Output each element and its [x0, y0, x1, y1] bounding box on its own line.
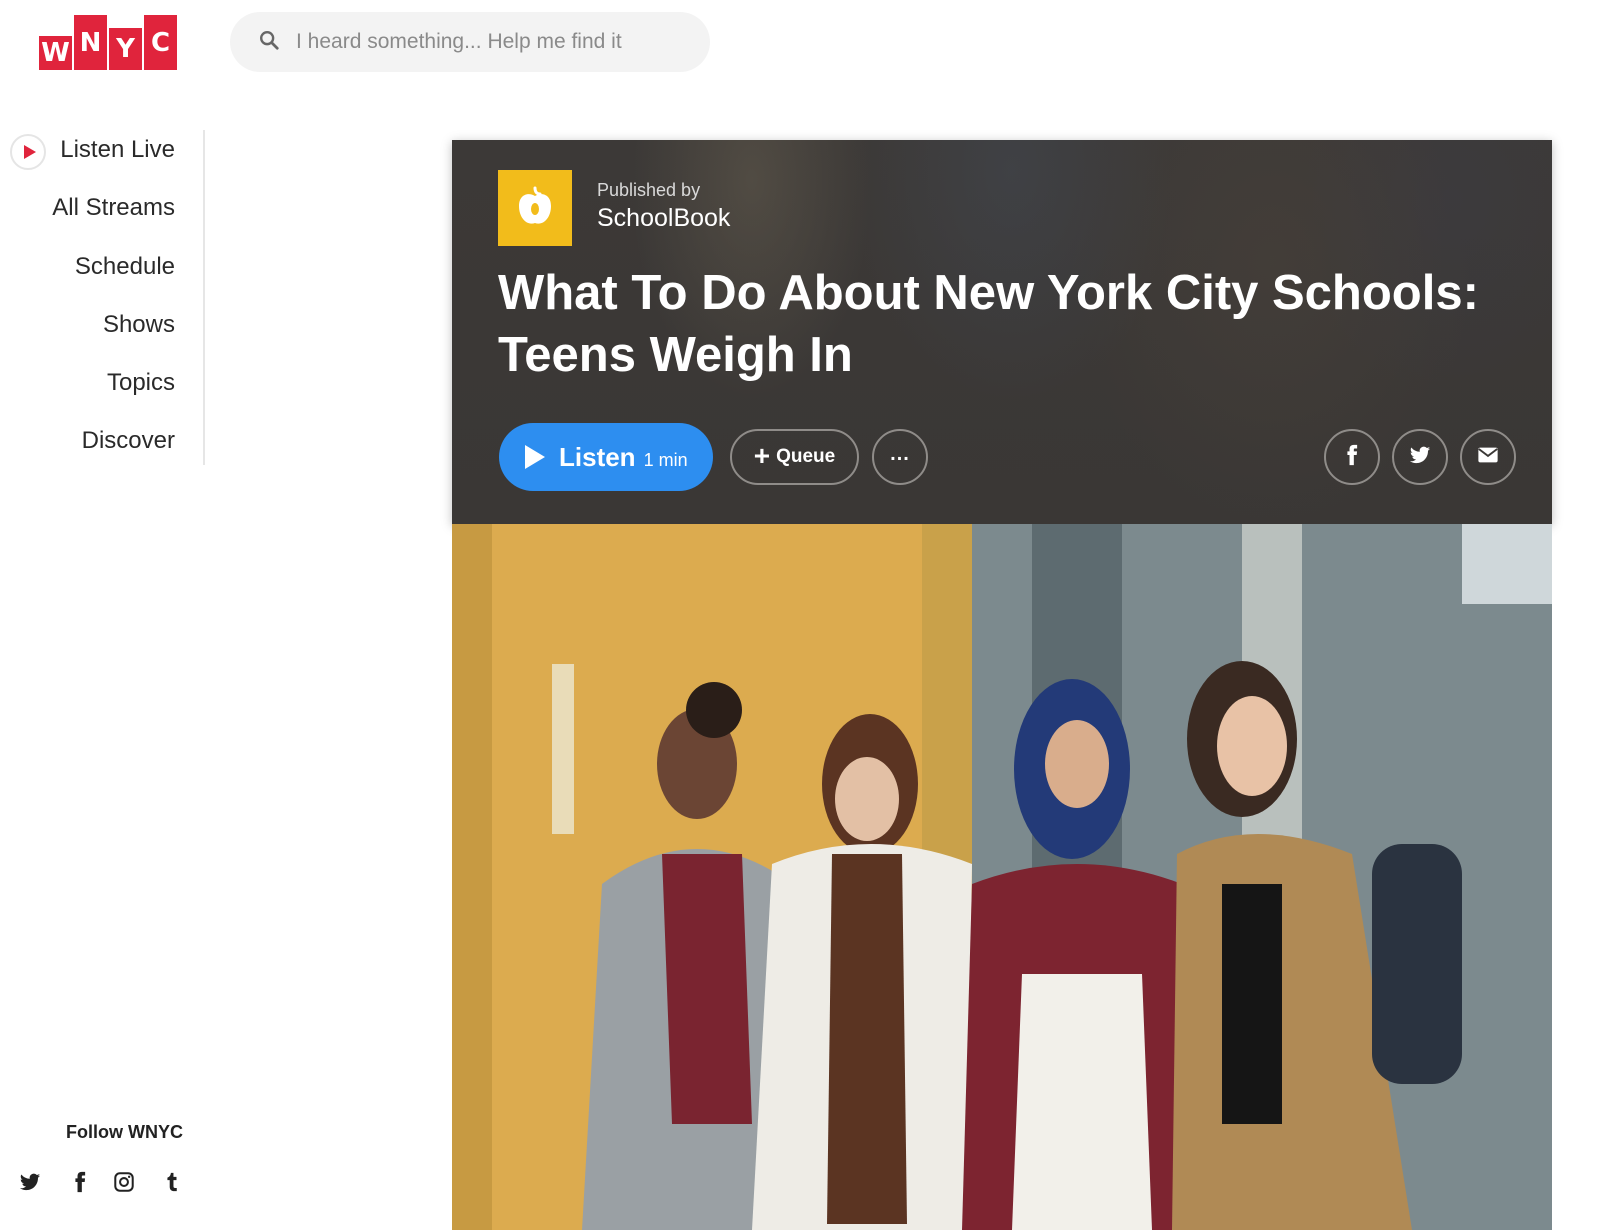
- article-title: What To Do About New York City Schools: …: [498, 266, 1479, 382]
- tumblr-icon[interactable]: [160, 1170, 184, 1194]
- play-icon: [23, 145, 36, 159]
- play-icon: [525, 445, 545, 469]
- facebook-icon[interactable]: [68, 1170, 92, 1194]
- nav-item-topics[interactable]: Topics: [107, 369, 175, 397]
- apple-icon: [515, 184, 555, 233]
- nav-item-all-streams[interactable]: All Streams: [52, 194, 175, 222]
- more-options-button[interactable]: ...: [872, 429, 928, 485]
- share-email-button[interactable]: [1460, 429, 1516, 485]
- queue-button[interactable]: + Queue: [730, 429, 859, 485]
- wnyc-logo[interactable]: W N Y C: [39, 15, 177, 70]
- article-photo: [452, 524, 1552, 1230]
- nav-item-schedule[interactable]: Schedule: [75, 253, 175, 281]
- article-hero: Published by SchoolBook What To Do About…: [452, 140, 1552, 524]
- listen-button[interactable]: Listen 1 min: [499, 423, 713, 491]
- sidebar-nav: Listen Live All Streams Schedule Shows T…: [0, 130, 205, 465]
- follow-label: Follow WNYC: [66, 1122, 183, 1142]
- logo-underline: [39, 64, 70, 70]
- share-twitter-button[interactable]: [1392, 429, 1448, 485]
- email-icon: [1477, 444, 1499, 471]
- publisher-logo[interactable]: [498, 170, 572, 246]
- twitter-icon[interactable]: [18, 1170, 42, 1194]
- logo-letter-y: Y: [109, 28, 142, 70]
- photo-illustration: [452, 524, 1552, 1230]
- twitter-icon: [1409, 444, 1431, 471]
- published-by-label: Published by: [597, 180, 701, 200]
- facebook-icon: [1341, 444, 1363, 471]
- instagram-icon[interactable]: [112, 1170, 136, 1194]
- logo-letter-c: C: [144, 15, 177, 70]
- plus-icon: +: [753, 439, 771, 471]
- nav-item-listen-live[interactable]: Listen Live: [60, 136, 175, 164]
- search-icon: [258, 29, 280, 56]
- queue-label: Queue: [776, 446, 836, 467]
- publisher-name[interactable]: SchoolBook: [597, 204, 730, 233]
- search-bar[interactable]: [230, 12, 710, 72]
- listen-live-play-button[interactable]: [10, 134, 46, 170]
- logo-letter-n: N: [74, 15, 107, 70]
- listen-label: Listen: [559, 441, 636, 472]
- share-facebook-button[interactable]: [1324, 429, 1380, 485]
- nav-item-shows[interactable]: Shows: [103, 311, 175, 339]
- nav-item-discover[interactable]: Discover: [82, 427, 175, 455]
- duration-label: 1 min: [643, 449, 688, 470]
- search-input[interactable]: [296, 30, 676, 54]
